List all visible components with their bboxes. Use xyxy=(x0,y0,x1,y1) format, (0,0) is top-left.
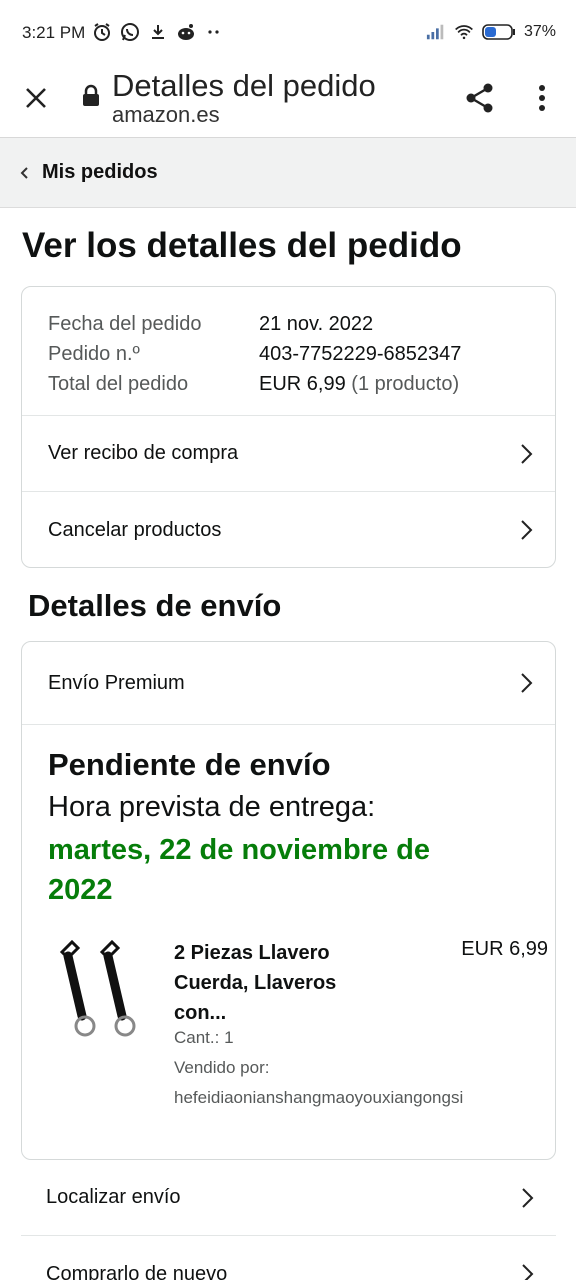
shipping-method-label: Envío Premium xyxy=(48,671,185,694)
whatsapp-icon xyxy=(120,22,140,42)
order-summary-card: Fecha del pedido 21 nov. 2022 Pedido n.º… xyxy=(21,286,556,568)
shipment-status-title: Pendiente de envío xyxy=(48,747,331,782)
download-icon xyxy=(148,22,168,42)
sold-by-label: Vendido por: xyxy=(174,1058,270,1077)
delivery-estimate-date: martes, 22 de noviembre de 2022 xyxy=(48,834,430,906)
wifi-icon xyxy=(454,22,474,42)
browser-app-bar: Detalles del pedido amazon.es xyxy=(0,64,576,138)
shipment-card: Envío Premium Pendiente de envío Hora pr… xyxy=(21,641,556,1160)
chevron-left-icon xyxy=(20,166,28,179)
order-total-row: Total del pedido EUR 6,99 (1 producto) xyxy=(48,369,555,399)
battery-icon xyxy=(482,22,516,42)
page-domain: amazon.es xyxy=(112,102,220,127)
chevron-right-icon xyxy=(521,443,533,464)
order-date-label: Fecha del pedido xyxy=(48,313,202,335)
order-info: Fecha del pedido 21 nov. 2022 Pedido n.º… xyxy=(22,287,555,416)
view-receipt-link[interactable]: Ver recibo de compra xyxy=(22,416,555,492)
chevron-right-icon xyxy=(522,1264,534,1280)
seller-name[interactable]: hefeidiaonianshangmaoyouxiangongsi xyxy=(174,1088,463,1108)
order-total-label: Total del pedido xyxy=(48,373,189,395)
order-number-value: 403-7752229-6852347 xyxy=(259,343,462,365)
shipment-status: Pendiente de envío Hora prevista de entr… xyxy=(22,725,555,910)
overflow-menu-button[interactable] xyxy=(524,78,560,118)
product-quantity: Cant.: 1 xyxy=(174,1028,234,1047)
shipping-method-link[interactable]: Envío Premium xyxy=(22,642,555,725)
product-price: EUR 6,99 xyxy=(461,938,548,960)
buy-again-label: Comprarlo de nuevo xyxy=(46,1262,228,1280)
view-receipt-label: Ver recibo de compra xyxy=(48,442,239,464)
status-bar: 3:21 PM 37% xyxy=(0,0,576,64)
notification-icons xyxy=(92,22,224,42)
order-item-count: (1 producto) xyxy=(351,373,460,395)
order-date-value: 21 nov. 2022 xyxy=(259,313,374,335)
system-icons: 37% xyxy=(426,22,556,42)
reddit-icon xyxy=(176,22,196,42)
cancel-items-link[interactable]: Cancelar productos xyxy=(22,492,555,567)
alarm-icon xyxy=(92,22,112,42)
breadcrumb-label: Mis pedidos xyxy=(42,161,158,183)
lock-icon xyxy=(83,84,99,106)
share-button[interactable] xyxy=(460,78,500,118)
signal-icon xyxy=(426,22,446,42)
delivery-estimate-label: Hora prevista de entrega: xyxy=(48,791,376,823)
cancel-items-label: Cancelar productos xyxy=(48,518,222,541)
order-number-row: Pedido n.º 403-7752229-6852347 xyxy=(48,339,555,369)
order-number-label: Pedido n.º xyxy=(48,343,140,365)
more-vertical-icon xyxy=(539,85,545,111)
breadcrumb[interactable]: Mis pedidos xyxy=(0,138,576,208)
page-heading: Ver los detalles del pedido xyxy=(22,226,462,265)
share-icon xyxy=(466,83,493,113)
order-total-value: EUR 6,99 xyxy=(259,373,346,395)
chevron-right-icon xyxy=(521,520,533,540)
page-title-bar: Detalles del pedido xyxy=(112,68,376,103)
status-time: 3:21 PM xyxy=(22,23,86,42)
product-title[interactable]: 2 Piezas Llavero Cuerda, Llaveros con... xyxy=(174,938,374,1028)
track-package-link[interactable]: Localizar envío xyxy=(21,1160,556,1236)
more-dots-icon xyxy=(204,22,224,42)
close-button[interactable] xyxy=(18,80,54,116)
product-image xyxy=(59,939,136,1037)
chevron-right-icon xyxy=(521,673,533,693)
shipping-section-title: Detalles de envío xyxy=(28,588,282,623)
buy-again-link[interactable]: Comprarlo de nuevo xyxy=(21,1236,556,1280)
battery-percent: 37% xyxy=(523,23,556,40)
order-date-row: Fecha del pedido 21 nov. 2022 xyxy=(48,309,555,339)
chevron-right-icon xyxy=(522,1187,534,1208)
close-icon xyxy=(26,88,46,108)
track-package-label: Localizar envío xyxy=(46,1186,181,1208)
